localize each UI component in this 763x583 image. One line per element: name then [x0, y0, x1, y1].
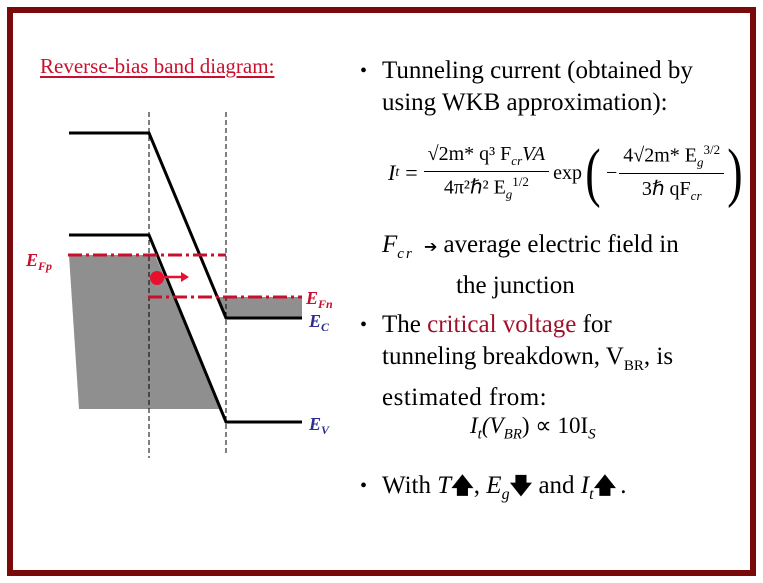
- valence-filled-region: [69, 255, 221, 409]
- eq-exp: exp: [553, 161, 582, 184]
- bullet-text: for: [576, 311, 612, 338]
- eq-paren-close: ): [727, 136, 743, 209]
- label-ec: EC: [308, 311, 330, 334]
- bullet-text: The: [382, 311, 428, 338]
- conduction-filled-region: [218, 297, 302, 318]
- bullet-critical-voltage: • The critical voltage for tunneling brea…: [360, 309, 673, 414]
- eq-exp-num: 4√2m* E: [623, 144, 697, 167]
- eq-num: √2m* q³ F: [427, 143, 512, 166]
- bullet-icon: •: [360, 60, 368, 82]
- eq-minus: −: [605, 161, 618, 184]
- bandgap-symbol: E: [486, 472, 502, 499]
- eq-exp-num-sup: 3/2: [703, 142, 721, 158]
- bullet-text-line: using WKB approximation):: [382, 89, 668, 116]
- bullet-text: estimated from:: [382, 384, 548, 411]
- eq-vbr-sub: BR: [503, 426, 522, 443]
- fcr-symbol-sub: cr: [397, 246, 414, 262]
- bullet-icon: •: [360, 475, 368, 497]
- bullet-text: tunneling breakdown, V: [382, 343, 624, 370]
- bullet-text: With: [382, 472, 438, 499]
- up-arrow-icon: 🡅: [451, 474, 474, 499]
- right-arrow-icon: ➔: [424, 237, 438, 256]
- bullet-tunneling-current: • Tunneling current (obtained by using WK…: [360, 55, 693, 119]
- eq-num-sub: cr: [511, 153, 523, 169]
- eq-exp-den-sub: cr: [690, 187, 702, 203]
- current-symbol: I: [580, 472, 590, 499]
- eq-prefactor-fraction: √2m* q³ FcrVA 4π²ℏ² Eg1/2: [423, 143, 550, 203]
- bullet-text: , is: [643, 343, 674, 370]
- eq-num-tail: VA: [522, 143, 546, 166]
- label-efp: EFp: [25, 250, 52, 273]
- eq-paren-open: (: [585, 136, 601, 209]
- up-arrow-icon: 🡅: [593, 474, 617, 499]
- eq-it: I: [470, 413, 478, 438]
- eq-den: 4π²ℏ² E: [443, 176, 506, 199]
- eq-lhs: I: [388, 160, 396, 185]
- bullet-text-line: Tunneling current (obtained by: [382, 57, 693, 84]
- eq-equals: =: [405, 160, 418, 185]
- eq-den-sup: 1/2: [512, 174, 529, 190]
- vbr-subscript: BR: [623, 358, 644, 374]
- label-ev: EV: [308, 414, 330, 437]
- eq-lhs-sub: t: [395, 165, 400, 180]
- bullet-temperature-effect: • With T🡅, Eg🡇 and It🡅.: [360, 470, 626, 511]
- fcr-symbol: F: [382, 231, 398, 258]
- fcr-text-line: the junction: [456, 272, 575, 299]
- fcr-note: Fcr ➔ average electric field in the junct…: [382, 229, 679, 302]
- eq-proportional: ) ∝ 10I: [521, 413, 589, 438]
- eq-vbr: (V: [481, 413, 504, 438]
- bullet-text: and: [538, 472, 581, 499]
- bullet-text: .: [620, 472, 627, 499]
- eq-is-sub: S: [588, 426, 596, 443]
- bullet-icon: •: [360, 314, 368, 336]
- temperature-symbol: T: [437, 472, 452, 499]
- fcr-text-line: average electric field in: [443, 231, 679, 258]
- down-arrow-icon: 🡇: [509, 474, 533, 499]
- label-efn: EFn: [305, 288, 333, 311]
- bandgap-sub: g: [501, 486, 510, 503]
- breakdown-equation: It(VBR) ∝ 10IS: [470, 413, 596, 444]
- tunneling-current-equation: It = √2m* q³ FcrVA 4π²ℏ² Eg1/2 exp ( − 4…: [388, 140, 746, 206]
- critical-voltage-highlight: critical voltage: [427, 311, 577, 338]
- eq-exponent-fraction: 4√2m* Eg3/2 3ℏ qFcr: [619, 142, 725, 204]
- eq-exp-den: 3ℏ qF: [641, 177, 691, 200]
- bullet-text: ,: [473, 472, 487, 499]
